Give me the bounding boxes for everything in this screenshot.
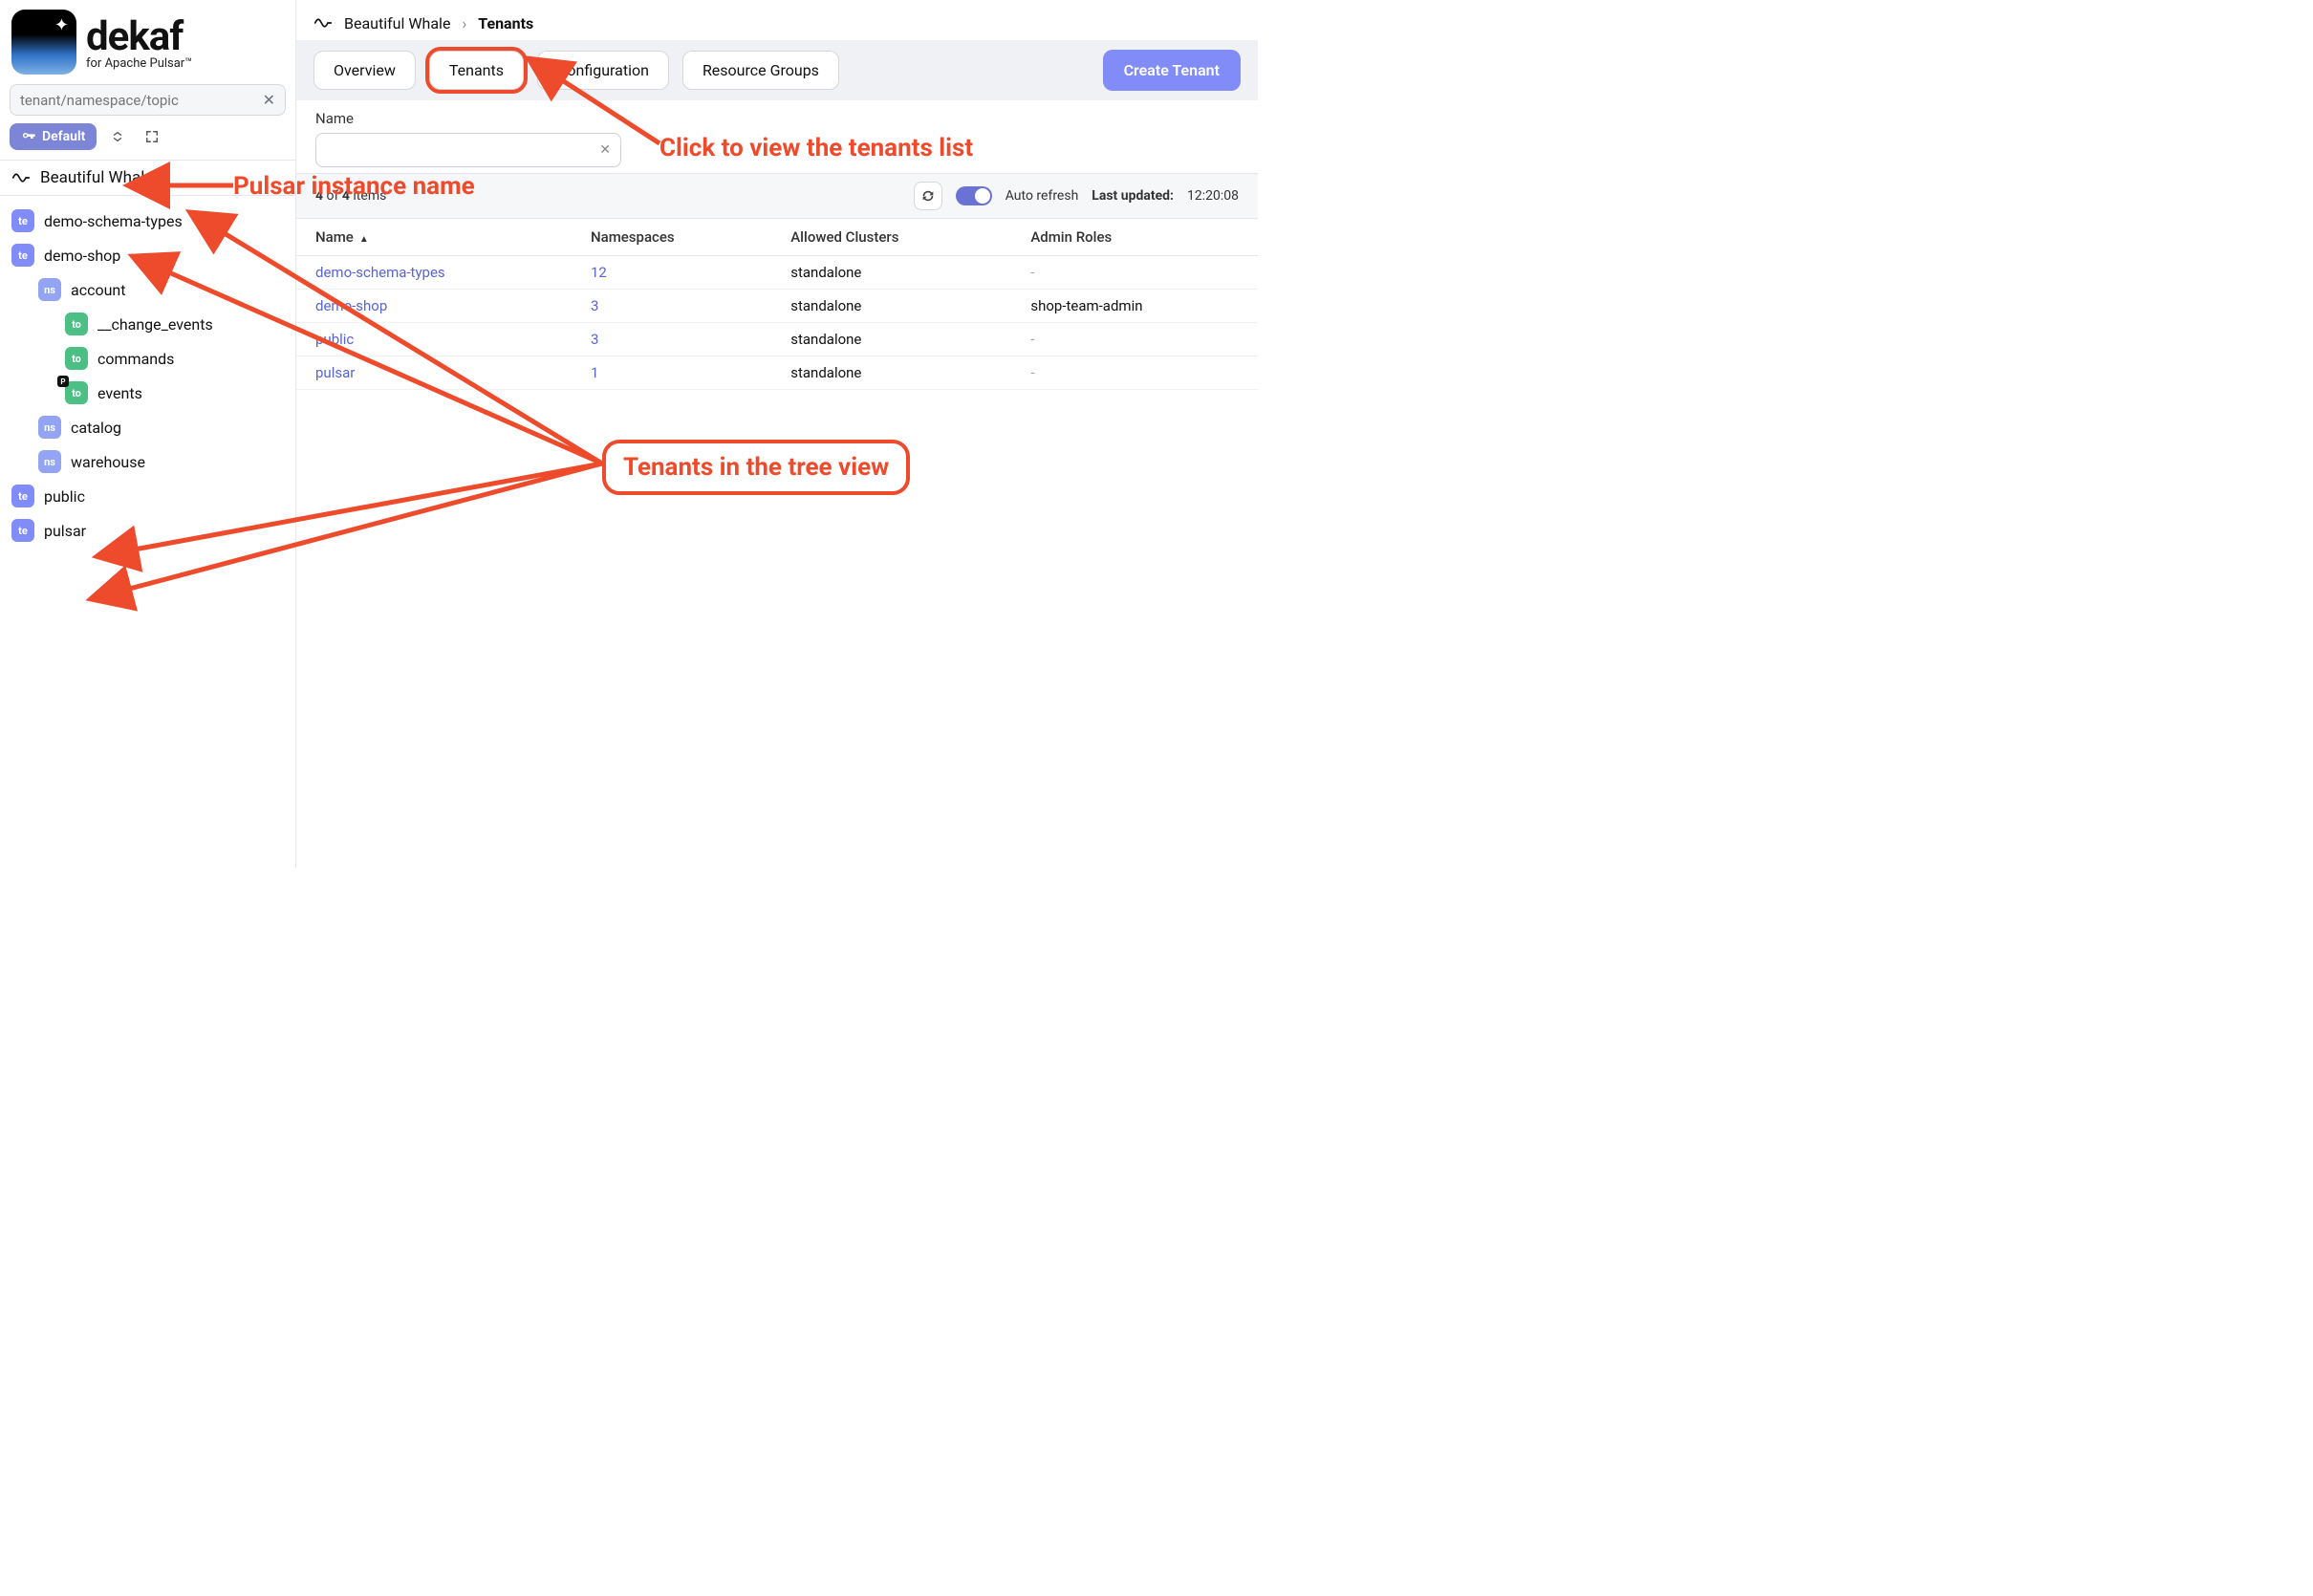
sidebar-search[interactable]: ✕ <box>10 84 286 116</box>
filter-input[interactable]: ✕ <box>315 133 621 167</box>
tree-item-label: demo-schema-types <box>44 212 183 230</box>
auto-refresh-toggle[interactable] <box>956 186 992 205</box>
count-total: 4 <box>342 188 350 204</box>
table-row: demo-schema-types 12 standalone- <box>296 256 1258 290</box>
chevron-right-icon: › <box>462 14 466 32</box>
tree-te-public[interactable]: te public <box>0 479 295 513</box>
count-visible: 4 <box>315 188 323 204</box>
tree-to-events[interactable]: to events <box>0 376 295 410</box>
default-chip-label: Default <box>42 129 85 144</box>
pulsar-instance-icon <box>313 13 333 32</box>
filter-label: Name <box>315 110 1239 127</box>
breadcrumb: Beautiful Whale › Tenants <box>296 0 1258 40</box>
tab-resource-groups[interactable]: Resource Groups <box>682 51 839 90</box>
brand-title: dekaf <box>86 13 192 60</box>
breadcrumb-current: Tenants <box>478 14 533 32</box>
clear-icon[interactable]: ✕ <box>599 142 611 158</box>
create-tenant-button[interactable]: Create Tenant <box>1103 50 1241 91</box>
roles-cell: - <box>1011 323 1258 356</box>
tenant-link[interactable]: demo-schema-types <box>315 264 445 281</box>
brand-logo-icon <box>11 10 76 75</box>
filter-text-input[interactable] <box>326 141 599 159</box>
tree-item-label: warehouse <box>71 453 145 471</box>
last-updated-label: Last updated: <box>1092 188 1174 204</box>
breadcrumb-root[interactable]: Beautiful Whale <box>344 14 450 32</box>
ns-badge-icon: ns <box>38 450 61 473</box>
col-name[interactable]: Name▲ <box>296 219 572 256</box>
last-updated-value: 12:20:08 <box>1187 188 1239 204</box>
table-row: public 3 standalone- <box>296 323 1258 356</box>
tree-item-label: demo-shop <box>44 247 120 265</box>
collapse-icon[interactable] <box>104 123 131 150</box>
tenant-link[interactable]: pulsar <box>315 364 355 381</box>
tree-item-label: account <box>71 281 125 299</box>
tree-to-__change_events[interactable]: to __change_events <box>0 307 295 341</box>
pulsar-instance-icon <box>11 168 31 187</box>
tenants-table: Name▲ Namespaces Allowed Clusters Admin … <box>296 219 1258 390</box>
brand-subtitle: for Apache Pulsar™ <box>86 56 192 71</box>
tree-item-label: commands <box>97 350 174 368</box>
clusters-cell: standalone <box>771 356 1011 390</box>
table-row: pulsar 1 standalone- <box>296 356 1258 390</box>
te-badge-icon: te <box>11 209 34 232</box>
namespaces-link[interactable]: 12 <box>591 264 607 281</box>
namespaces-link[interactable]: 3 <box>591 297 598 314</box>
roles-cell: - <box>1011 256 1258 290</box>
tree-ns-catalog[interactable]: ns catalog <box>0 410 295 444</box>
clear-icon[interactable]: ✕ <box>263 91 275 109</box>
to-badge-icon: to <box>65 347 88 370</box>
ns-badge-icon: ns <box>38 416 61 439</box>
col-clusters[interactable]: Allowed Clusters <box>771 219 1011 256</box>
instance-row[interactable]: Beautiful Whale <box>0 160 295 196</box>
sort-asc-icon: ▲ <box>359 234 369 245</box>
tenant-link[interactable]: public <box>315 331 354 348</box>
key-icon <box>21 129 36 144</box>
fullscreen-icon[interactable] <box>139 123 165 150</box>
to-badge-icon: to <box>65 381 88 404</box>
tree-ns-warehouse[interactable]: ns warehouse <box>0 444 295 479</box>
clusters-cell: standalone <box>771 256 1011 290</box>
refresh-button[interactable] <box>914 182 942 210</box>
tree-te-pulsar[interactable]: te pulsar <box>0 513 295 548</box>
instance-name: Beautiful Whale <box>40 168 153 187</box>
table-row: demo-shop 3 standaloneshop-team-admin <box>296 290 1258 323</box>
tree-to-commands[interactable]: to commands <box>0 341 295 376</box>
clusters-cell: standalone <box>771 323 1011 356</box>
tree-item-label: __change_events <box>97 315 213 334</box>
te-badge-icon: te <box>11 244 34 267</box>
namespaces-link[interactable]: 1 <box>591 364 598 381</box>
auto-refresh-label: Auto refresh <box>1005 188 1079 204</box>
main: Beautiful Whale › Tenants Overview Tenan… <box>296 0 1258 868</box>
tab-overview[interactable]: Overview <box>313 51 416 90</box>
ns-badge-icon: ns <box>38 278 61 301</box>
tree-te-demo-shop[interactable]: te demo-shop <box>0 238 295 272</box>
tree-item-label: catalog <box>71 419 121 437</box>
tree-item-label: pulsar <box>44 522 86 540</box>
sidebar: dekaf for Apache Pulsar™ ✕ Default <box>0 0 296 868</box>
col-namespaces[interactable]: Namespaces <box>572 219 771 256</box>
roles-cell: shop-team-admin <box>1011 290 1258 323</box>
tab-tenants[interactable]: Tenants <box>429 51 524 90</box>
tenant-link[interactable]: demo-shop <box>315 297 387 314</box>
roles-cell: - <box>1011 356 1258 390</box>
namespaces-link[interactable]: 3 <box>591 331 598 348</box>
te-badge-icon: te <box>11 519 34 542</box>
to-badge-icon: to <box>65 313 88 335</box>
tab-configuration[interactable]: Configuration <box>537 51 669 90</box>
tree-item-label: events <box>97 384 142 402</box>
tree-ns-account[interactable]: ns account <box>0 272 295 307</box>
default-chip[interactable]: Default <box>10 123 97 150</box>
tabs-bar: Overview Tenants Configuration Resource … <box>296 40 1258 100</box>
status-bar: 4 of 4 items Auto refresh Last updated: … <box>296 173 1258 219</box>
col-roles[interactable]: Admin Roles <box>1011 219 1258 256</box>
brand: dekaf for Apache Pulsar™ <box>0 0 295 78</box>
tree-item-label: public <box>44 487 85 506</box>
sidebar-search-input[interactable] <box>20 92 263 109</box>
tree-te-demo-schema-types[interactable]: te demo-schema-types <box>0 204 295 238</box>
tree-view: te demo-schema-types te demo-shop ns account t… <box>0 196 295 555</box>
clusters-cell: standalone <box>771 290 1011 323</box>
te-badge-icon: te <box>11 485 34 507</box>
refresh-icon <box>920 188 936 204</box>
